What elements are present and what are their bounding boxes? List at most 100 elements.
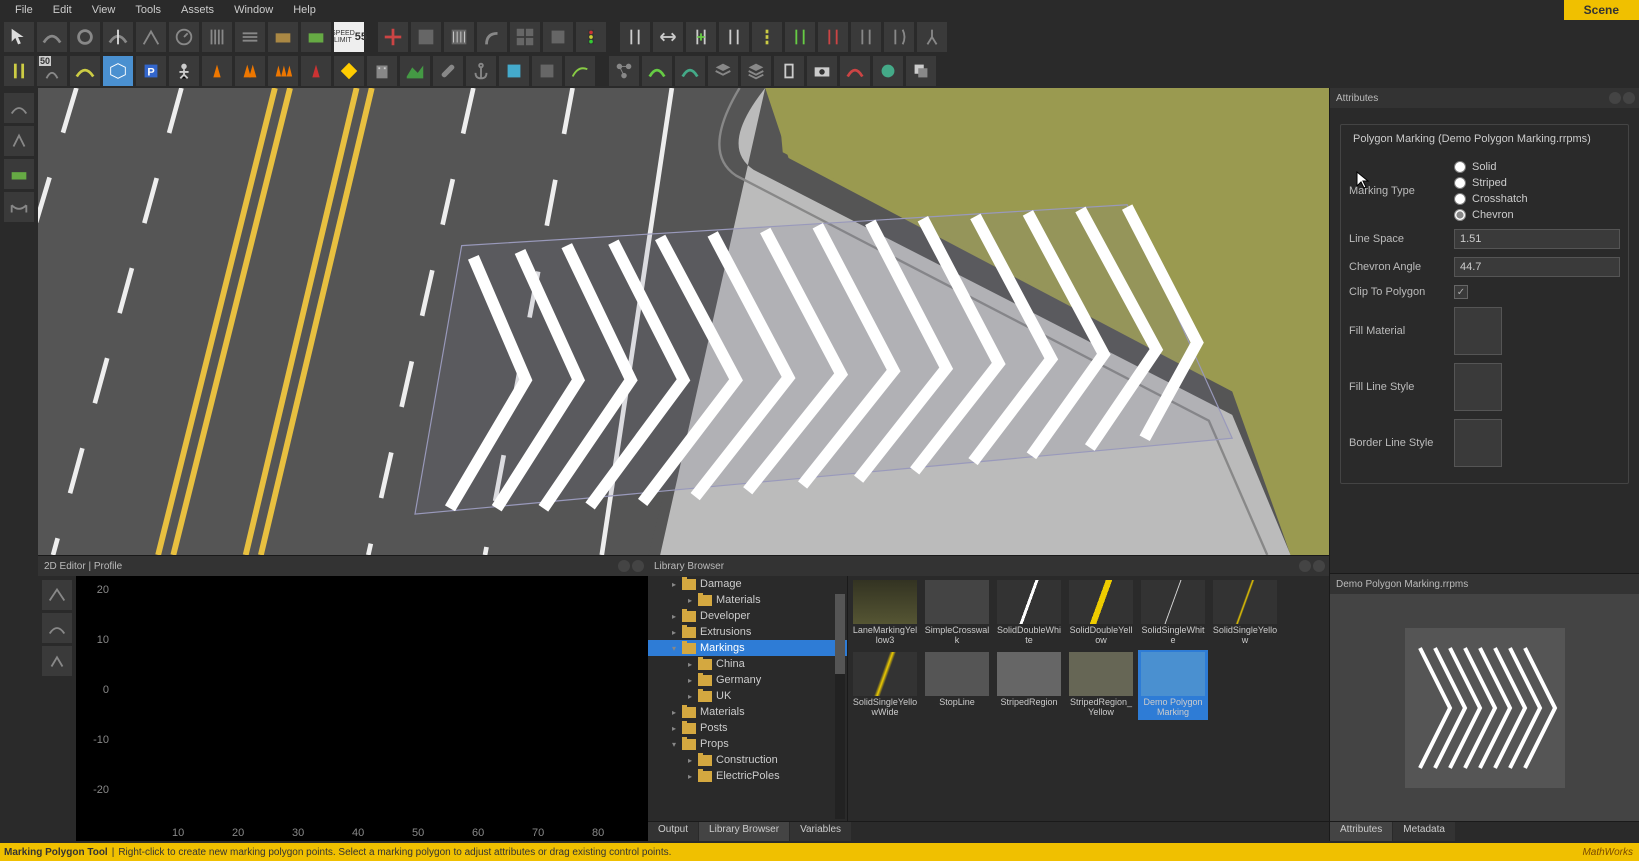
custom-junction-icon[interactable] [510, 22, 540, 52]
selection-tool-icon[interactable] [4, 22, 34, 52]
panel-close-icon[interactable] [1313, 560, 1325, 572]
speed-limit-tool-icon[interactable]: SPEEDLIMIT55 [334, 22, 364, 52]
layers-add-tool-icon[interactable] [741, 56, 771, 86]
surface-tool-2-icon[interactable] [301, 22, 331, 52]
texture-tool-icon[interactable] [532, 56, 562, 86]
tree-item-posts[interactable]: ▸Posts [648, 720, 847, 736]
panel-close-icon[interactable] [1623, 92, 1635, 104]
thumb-solidsingleyellow[interactable]: SolidSingleYellow [1210, 578, 1280, 648]
tree-item-materials[interactable]: ▸Materials [648, 592, 847, 608]
marking-point-tool-icon[interactable] [4, 56, 34, 86]
tab-library-browser[interactable]: Library Browser [699, 822, 789, 841]
line-space-input[interactable] [1454, 229, 1620, 249]
layers-tool-icon[interactable] [708, 56, 738, 86]
lane-marking-tool-icon[interactable] [752, 22, 782, 52]
lane-offset-tool-icon[interactable] [785, 22, 815, 52]
prop-cone-3-icon[interactable] [268, 56, 298, 86]
tab-metadata[interactable]: Metadata [1393, 822, 1455, 841]
tree-item-extrusions[interactable]: ▸Extrusions [648, 624, 847, 640]
menu-assets[interactable]: Assets [171, 2, 224, 18]
marking-curve-tool-icon[interactable]: 50 [37, 56, 67, 86]
marking-tangent-tool-icon[interactable] [70, 56, 100, 86]
path-tool-icon[interactable] [642, 56, 672, 86]
tab-variables[interactable]: Variables [790, 822, 851, 841]
copy-tool-icon[interactable] [906, 56, 936, 86]
thumb-solidsingleyellowwide[interactable]: SolidSingleYellowWide [850, 650, 920, 720]
scene-tool-icon[interactable] [565, 56, 595, 86]
library-thumbnails[interactable]: LaneMarkingYellow3SimpleCrosswalkSolidDo… [848, 576, 1329, 821]
scenario-graph-icon[interactable] [609, 56, 639, 86]
panel-min-icon[interactable] [618, 560, 630, 572]
thumb-stopline[interactable]: StopLine [922, 650, 992, 720]
chevron-angle-input[interactable] [1454, 257, 1620, 277]
corner-tool-icon[interactable] [411, 22, 441, 52]
surface-tool-icon[interactable] [268, 22, 298, 52]
ed2d-angle-icon[interactable] [42, 646, 72, 676]
3d-viewport[interactable] [38, 88, 1329, 555]
import-tool-icon[interactable] [873, 56, 903, 86]
crosswalk-marking-tool-icon[interactable] [169, 56, 199, 86]
lane-tool-icon[interactable] [620, 22, 650, 52]
lane-carve-tool-icon[interactable] [884, 22, 914, 52]
terrain-tool-icon[interactable] [400, 56, 430, 86]
angle-tool-icon[interactable] [4, 126, 34, 156]
prop-cone-4-icon[interactable] [301, 56, 331, 86]
lane-type-tool-icon[interactable] [818, 22, 848, 52]
tree-item-china[interactable]: ▸China [648, 656, 847, 672]
tree-item-damage[interactable]: ▸Damage [648, 576, 847, 592]
road-crs-tool-icon[interactable] [202, 22, 232, 52]
lane-split-tool-icon[interactable] [917, 22, 947, 52]
ed2d-arc-icon[interactable] [42, 613, 72, 643]
preview-canvas[interactable] [1330, 594, 1639, 821]
border-line-style-swatch[interactable] [1454, 419, 1502, 467]
panel-min-icon[interactable] [1299, 560, 1311, 572]
road-chop-tool-icon[interactable] [103, 22, 133, 52]
marking-type-crosshatch[interactable]: Crosshatch [1454, 193, 1620, 205]
marking-type-solid[interactable]: Solid [1454, 161, 1620, 173]
clip-checkbox[interactable]: ✓ [1454, 285, 1468, 299]
bridge-tool-icon[interactable] [4, 192, 34, 222]
road-offset-tool-icon[interactable] [235, 22, 265, 52]
tab-output[interactable]: Output [648, 822, 698, 841]
arc-tool-icon[interactable] [4, 93, 34, 123]
crosswalk-tool-icon[interactable] [444, 22, 474, 52]
signal-tool-icon[interactable] [576, 22, 606, 52]
tree-item-props[interactable]: ▾Props [648, 736, 847, 752]
surface-layer-icon[interactable] [4, 159, 34, 189]
tree-item-materials[interactable]: ▸Materials [648, 704, 847, 720]
menu-help[interactable]: Help [283, 2, 326, 18]
sign-tool-icon[interactable] [334, 56, 364, 86]
road-circle-tool-icon[interactable] [70, 22, 100, 52]
scrollbar-thumb[interactable] [835, 594, 845, 674]
panel-close-icon[interactable] [632, 560, 644, 572]
ed2d-curve-icon[interactable] [42, 580, 72, 610]
wrench-tool-icon[interactable] [433, 56, 463, 86]
road-plan-tool-icon[interactable] [37, 22, 67, 52]
slip-road-tool-icon[interactable] [477, 22, 507, 52]
road-height-tool-icon[interactable] [136, 22, 166, 52]
menu-edit[interactable]: Edit [43, 2, 82, 18]
thumb-lanemarkingyellow3[interactable]: LaneMarkingYellow3 [850, 578, 920, 648]
tree-item-germany[interactable]: ▸Germany [648, 672, 847, 688]
export-tool-icon[interactable] [840, 56, 870, 86]
maneuver-tool-icon[interactable] [543, 22, 573, 52]
thumb-soliddoublewhite[interactable]: SolidDoubleWhite [994, 578, 1064, 648]
thumb-stripedregion[interactable]: StripedRegion [994, 650, 1064, 720]
tree-item-developer[interactable]: ▸Developer [648, 608, 847, 624]
thumb-soliddoubleyellow[interactable]: SolidDoubleYellow [1066, 578, 1136, 648]
menu-file[interactable]: File [5, 2, 43, 18]
tree-item-construction[interactable]: ▸Construction [648, 752, 847, 768]
parking-tool-icon[interactable]: P [136, 56, 166, 86]
device-tool-icon[interactable] [774, 56, 804, 86]
fill-material-swatch[interactable] [1454, 307, 1502, 355]
marking-type-striped[interactable]: Striped [1454, 177, 1620, 189]
tab-attributes[interactable]: Attributes [1330, 822, 1392, 841]
panel-min-icon[interactable] [1609, 92, 1621, 104]
2d-editor-canvas[interactable]: 20 10 0 -10 -20 10 20 30 40 50 60 [76, 576, 648, 841]
prop-cone-2-icon[interactable] [235, 56, 265, 86]
region-tool-icon[interactable] [499, 56, 529, 86]
menu-window[interactable]: Window [224, 2, 283, 18]
junction-tool-icon[interactable] [378, 22, 408, 52]
menu-view[interactable]: View [82, 2, 126, 18]
lane-add-tool-icon[interactable] [686, 22, 716, 52]
